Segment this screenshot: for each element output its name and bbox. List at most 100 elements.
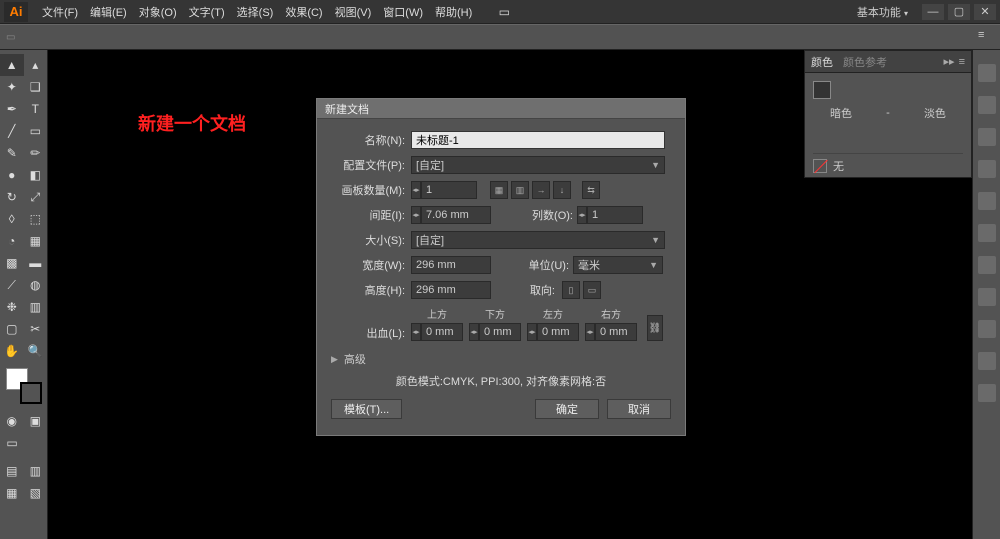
units-dropdown[interactable]: 毫米▼ bbox=[573, 256, 663, 274]
perspective-tool[interactable]: ▦ bbox=[24, 230, 48, 252]
magic-wand-tool[interactable]: ✦ bbox=[0, 76, 24, 98]
tab-color[interactable]: 颜色 bbox=[811, 54, 833, 70]
bleed-top-input[interactable] bbox=[421, 323, 463, 341]
dock-appearance-icon[interactable] bbox=[978, 288, 996, 306]
pen-tool[interactable]: ✒ bbox=[0, 98, 24, 120]
menu-view[interactable]: 视图(V) bbox=[329, 4, 378, 20]
bleed-left-stepper[interactable]: ◂▸ bbox=[527, 323, 537, 341]
doc-layout-icon[interactable]: ▭ bbox=[492, 1, 516, 23]
width-input[interactable] bbox=[411, 256, 491, 274]
template-button[interactable]: 模板(T)... bbox=[331, 399, 402, 419]
panel-icon-2[interactable]: ▥ bbox=[24, 460, 48, 482]
type-tool[interactable]: T bbox=[24, 98, 48, 120]
eyedropper-tool[interactable]: ⟋ bbox=[0, 274, 24, 296]
symbol-sprayer-tool[interactable]: ❉ bbox=[0, 296, 24, 318]
orient-landscape-icon[interactable]: ▭ bbox=[583, 281, 601, 299]
grid-by-row-icon[interactable]: ▦ bbox=[490, 181, 508, 199]
cols-stepper[interactable]: ◂▸ bbox=[577, 206, 587, 224]
dock-brushes-icon[interactable] bbox=[978, 128, 996, 146]
orient-portrait-icon[interactable]: ▯ bbox=[562, 281, 580, 299]
menu-effect[interactable]: 效果(C) bbox=[279, 4, 328, 20]
dock-gradient-icon[interactable] bbox=[978, 224, 996, 242]
height-input[interactable] bbox=[411, 281, 491, 299]
direct-selection-tool[interactable]: ▴ bbox=[24, 54, 48, 76]
zoom-tool[interactable]: 🔍 bbox=[24, 340, 48, 362]
menu-window[interactable]: 窗口(W) bbox=[377, 4, 429, 20]
none-swatch-icon[interactable] bbox=[813, 159, 827, 173]
advanced-toggle[interactable]: ▶ 高级 bbox=[331, 351, 671, 367]
brush-tool[interactable]: ✎ bbox=[0, 142, 24, 164]
slice-tool[interactable]: ✂ bbox=[24, 318, 48, 340]
rotate-tool[interactable]: ↻ bbox=[0, 186, 24, 208]
bleed-link-icon[interactable]: ⛓ bbox=[647, 315, 663, 341]
pencil-tool[interactable]: ✏ bbox=[24, 142, 48, 164]
eraser-tool[interactable]: ◧ bbox=[24, 164, 48, 186]
panel-icon-4[interactable]: ▧ bbox=[24, 482, 48, 504]
hand-tool[interactable]: ✋ bbox=[0, 340, 24, 362]
menu-edit[interactable]: 编辑(E) bbox=[84, 4, 133, 20]
dock-color-icon[interactable] bbox=[978, 64, 996, 82]
dock-artboards-icon[interactable] bbox=[978, 384, 996, 402]
rectangle-tool[interactable]: ▭ bbox=[24, 120, 48, 142]
workspace-switcher[interactable]: 基本功能 ▾ bbox=[847, 2, 918, 22]
dock-stroke-icon[interactable] bbox=[978, 192, 996, 210]
menu-select[interactable]: 选择(S) bbox=[231, 4, 280, 20]
spacing-stepper[interactable]: ◂▸ bbox=[411, 206, 421, 224]
selection-tool[interactable]: ▲ bbox=[0, 54, 24, 76]
menu-object[interactable]: 对象(O) bbox=[133, 4, 183, 20]
bleed-top-stepper[interactable]: ◂▸ bbox=[411, 323, 421, 341]
draw-mode-icon[interactable]: ▣ bbox=[24, 410, 48, 432]
arrange-row-icon[interactable]: → bbox=[532, 181, 550, 199]
panel-menu-icon[interactable]: ≡ bbox=[959, 56, 965, 68]
minimize-button[interactable]: — bbox=[922, 4, 944, 20]
free-transform-tool[interactable]: ⬚ bbox=[24, 208, 48, 230]
mesh-tool[interactable]: ▩ bbox=[0, 252, 24, 274]
graph-tool[interactable]: ▥ bbox=[24, 296, 48, 318]
control-bar-menu-icon[interactable]: ≡ bbox=[978, 29, 994, 45]
tab-color-guide[interactable]: 颜色参考 bbox=[843, 54, 887, 70]
arrange-col-icon[interactable]: ↓ bbox=[553, 181, 571, 199]
bleed-right-stepper[interactable]: ◂▸ bbox=[585, 323, 595, 341]
spacing-input[interactable] bbox=[421, 206, 491, 224]
scale-tool[interactable]: ⤢ bbox=[24, 186, 48, 208]
menu-file[interactable]: 文件(F) bbox=[36, 4, 84, 20]
cols-input[interactable] bbox=[587, 206, 643, 224]
menu-type[interactable]: 文字(T) bbox=[183, 4, 231, 20]
arrange-rtl-icon[interactable]: ⇆ bbox=[582, 181, 600, 199]
ok-button[interactable]: 确定 bbox=[535, 399, 599, 419]
bleed-right-input[interactable] bbox=[595, 323, 637, 341]
blend-tool[interactable]: ◍ bbox=[24, 274, 48, 296]
name-input[interactable] bbox=[411, 131, 665, 149]
line-tool[interactable]: ╱ bbox=[0, 120, 24, 142]
gradient-tool[interactable]: ▬ bbox=[24, 252, 48, 274]
panel-icon-1[interactable]: ▤ bbox=[0, 460, 24, 482]
fill-stroke-indicator[interactable] bbox=[6, 368, 42, 404]
artboards-stepper[interactable]: ◂▸ bbox=[411, 181, 421, 199]
width-tool[interactable]: ◊ bbox=[0, 208, 24, 230]
dock-transparency-icon[interactable] bbox=[978, 256, 996, 274]
bleed-bottom-stepper[interactable]: ◂▸ bbox=[469, 323, 479, 341]
dock-graphic-styles-icon[interactable] bbox=[978, 320, 996, 338]
close-button[interactable]: ✕ bbox=[974, 4, 996, 20]
lasso-tool[interactable]: ❑ bbox=[24, 76, 48, 98]
profile-dropdown[interactable]: [自定]▼ bbox=[411, 156, 665, 174]
color-mode-icon[interactable]: ◉ bbox=[0, 410, 24, 432]
active-color-swatch[interactable] bbox=[813, 81, 831, 99]
screen-mode-icon[interactable]: ▭ bbox=[0, 432, 24, 454]
dock-symbols-icon[interactable] bbox=[978, 160, 996, 178]
panel-collapse-icon[interactable]: ▸▸ bbox=[944, 55, 955, 68]
dock-swatches-icon[interactable] bbox=[978, 96, 996, 114]
cancel-button[interactable]: 取消 bbox=[607, 399, 671, 419]
artboard-tool[interactable]: ▢ bbox=[0, 318, 24, 340]
artboards-input[interactable] bbox=[421, 181, 477, 199]
grid-by-col-icon[interactable]: ▥ bbox=[511, 181, 529, 199]
shape-builder-tool[interactable]: ◔ bbox=[0, 230, 24, 252]
blob-brush-tool[interactable]: ● bbox=[0, 164, 24, 186]
size-dropdown[interactable]: [自定]▼ bbox=[411, 231, 665, 249]
bleed-left-input[interactable] bbox=[537, 323, 579, 341]
bleed-bottom-input[interactable] bbox=[479, 323, 521, 341]
menu-help[interactable]: 帮助(H) bbox=[429, 4, 478, 20]
dock-layers-icon[interactable] bbox=[978, 352, 996, 370]
maximize-button[interactable]: ▢ bbox=[948, 4, 970, 20]
panel-icon-3[interactable]: ▦ bbox=[0, 482, 24, 504]
